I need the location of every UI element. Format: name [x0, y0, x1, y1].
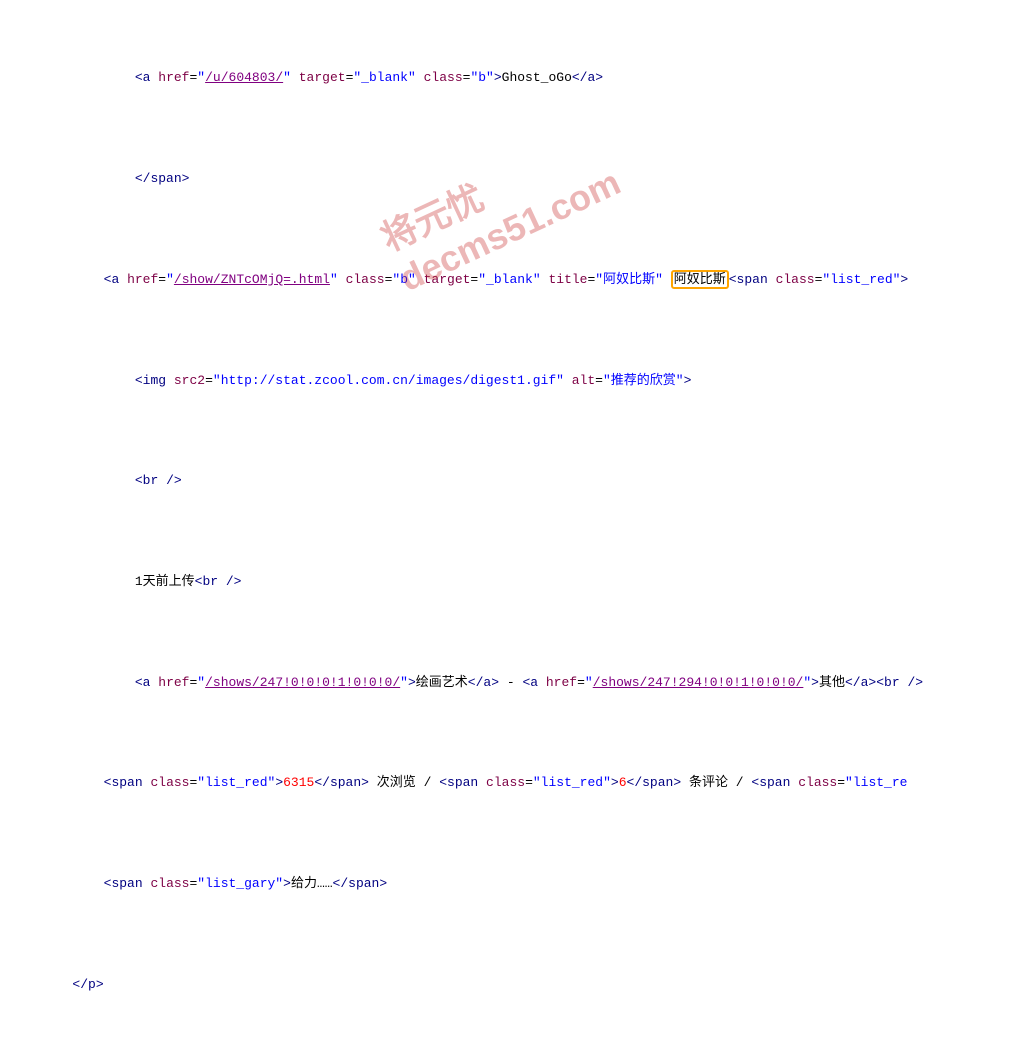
link-show-zntcomiqs[interactable]: /show/ZNTcOMjQ=.html [174, 272, 330, 287]
link-shows-painting[interactable]: /shows/247!0!0!0!1!0!0!0/ [205, 675, 400, 690]
code-display: <a href="/u/604803/" target="_blank" cla… [0, 0, 1034, 1060]
highlighted-text: 阿奴比斯 [671, 270, 729, 289]
code-line-5: <br /> [10, 471, 1024, 491]
code-line-8: <span class="list_red">6315</span> 次浏览 /… [10, 773, 1024, 793]
code-line-10: </p> [10, 975, 1024, 995]
code-line-9: <span class="list_gary">给力……</span> [10, 874, 1024, 894]
code-line-2: </span> [10, 169, 1024, 189]
link-u-604803[interactable]: /u/604803/ [205, 70, 283, 85]
code-line-7: <a href="/shows/247!0!0!0!1!0!0!0/">绘画艺术… [10, 673, 1024, 693]
link-shows-other[interactable]: /shows/247!294!0!0!1!0!0!0/ [593, 675, 804, 690]
code-line-3: <a href="/show/ZNTcOMjQ=.html" class="b"… [10, 270, 1024, 290]
code-line-1: <a href="/u/604803/" target="_blank" cla… [10, 68, 1024, 88]
code-line-4: <img src2="http://stat.zcool.com.cn/imag… [10, 371, 1024, 391]
code-line-6: 1天前上传<br /> [10, 572, 1024, 592]
